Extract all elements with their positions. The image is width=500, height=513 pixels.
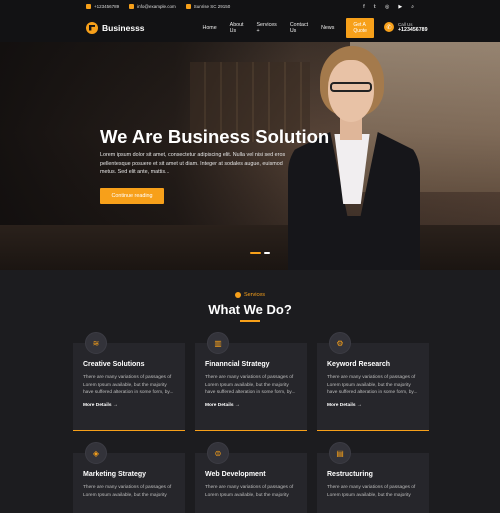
service-card[interactable]: ▤ Restructuring There are many variation…: [317, 442, 429, 513]
slider-dots: [250, 252, 270, 254]
layers-icon: ≋: [85, 332, 107, 354]
youtube-icon[interactable]: ▶: [398, 4, 402, 10]
service-card[interactable]: ⚙ Keyword Research There are many variat…: [317, 332, 429, 431]
call-us[interactable]: ✆ Call Us +123456789: [383, 22, 428, 34]
service-card[interactable]: ⊜ Web Development There are many variati…: [195, 442, 307, 513]
service-title: Marketing Strategy: [83, 471, 147, 478]
code-icon: ⊜: [207, 442, 229, 464]
nav-item-news[interactable]: News: [321, 25, 334, 31]
slider-dot-active[interactable]: [250, 252, 261, 254]
more-details-link[interactable]: More Details →: [205, 403, 297, 408]
services-tag-label: Services: [243, 292, 266, 298]
nav-item-home[interactable]: Home: [203, 25, 217, 31]
gear-icon: ⚙: [329, 332, 351, 354]
services-tag: Services: [0, 292, 500, 298]
slider-dot[interactable]: [264, 252, 270, 254]
more-details-link[interactable]: More Details →: [83, 403, 175, 408]
location-icon: [185, 4, 191, 9]
service-title: Web Development: [205, 471, 266, 478]
services-tag-icon: [234, 292, 241, 298]
hero-businesswoman-image: [280, 42, 430, 270]
logo-icon: [86, 21, 98, 34]
continue-reading-button[interactable]: Continue reading: [100, 188, 164, 204]
get-quote-button[interactable]: Get A Quote: [346, 17, 374, 38]
bar-chart-icon: ▥: [207, 332, 229, 354]
chart-icon: ▤: [329, 442, 351, 464]
facebook-icon[interactable]: f: [363, 4, 364, 10]
service-title: Finanncial Strategy: [205, 361, 270, 368]
service-text: There are many variations of passages of…: [83, 375, 174, 396]
topbar-email[interactable]: info@example.com: [129, 4, 176, 9]
service-text: There are many variations of passages of…: [83, 485, 172, 498]
service-text: There are many variations of passages of…: [327, 485, 416, 498]
hero-title: We Are Business Solution: [100, 126, 330, 147]
service-card[interactable]: ◈ Marketing Strategy There are many vari…: [73, 442, 185, 513]
nav-item-services[interactable]: Services +: [257, 22, 277, 34]
mail-icon: [129, 4, 135, 9]
top-info-bar: +123456789 info@example.com Sunrise SC 2…: [0, 0, 500, 13]
service-text: There are many variations of passages of…: [205, 375, 296, 396]
search-icon[interactable]: ⌕: [411, 4, 414, 10]
nav-menu: Home About Us Services + Contact Us News: [203, 22, 335, 34]
service-text: There are many variations of passages of…: [205, 485, 294, 498]
main-navbar: Businesss Home About Us Services + Conta…: [0, 13, 500, 42]
nav-item-about[interactable]: About Us: [230, 22, 244, 34]
topbar-phone[interactable]: +123456789: [86, 4, 119, 9]
service-title: Restructuring: [327, 471, 373, 478]
phone-icon: ✆: [383, 22, 394, 33]
twitter-icon[interactable]: 𝕥: [374, 4, 376, 10]
call-us-number: +123456789: [397, 27, 428, 34]
more-details-link[interactable]: More Details →: [327, 403, 419, 408]
topbar-address: Sunrise SC 29150: [185, 4, 230, 9]
service-text: There are many variations of passages of…: [327, 375, 418, 396]
phone-icon: [86, 4, 91, 9]
service-title: Creative Solutions: [83, 361, 145, 368]
nav-item-contact[interactable]: Contact Us: [290, 22, 308, 34]
instagram-icon[interactable]: ◎: [385, 4, 389, 10]
section-title: What We Do?: [208, 302, 292, 317]
service-card[interactable]: ▥ Finanncial Strategy There are many var…: [195, 332, 307, 431]
title-underline: [240, 320, 260, 322]
hero-banner: We Are Business Solution Lorem ipsum dol…: [0, 42, 500, 270]
megaphone-icon: ◈: [85, 442, 107, 464]
logo[interactable]: Businesss: [86, 21, 145, 34]
hero-text: Lorem ipsum dolor sit amet, consectetur …: [100, 152, 286, 176]
service-title: Keyword Research: [327, 361, 391, 368]
service-card[interactable]: ≋ Creative Solutions There are many vari…: [73, 332, 185, 431]
logo-text: Businesss: [102, 22, 145, 33]
